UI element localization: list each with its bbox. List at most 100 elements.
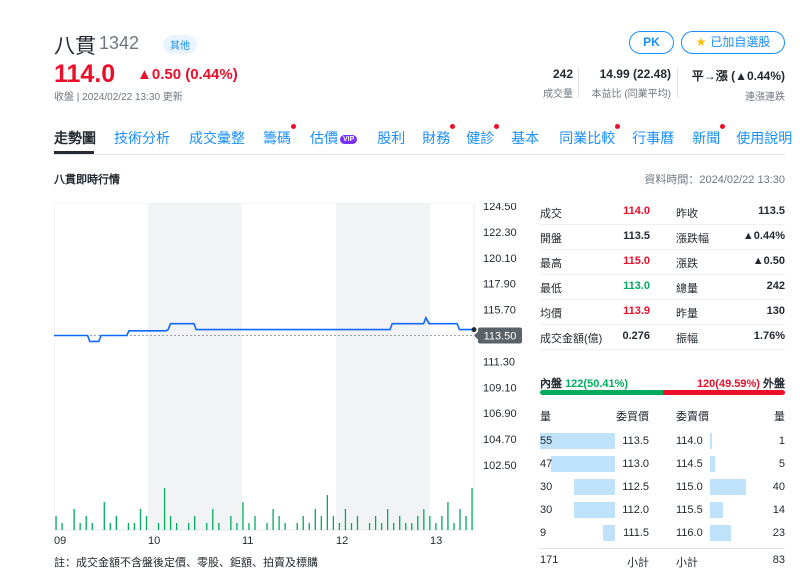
bid-price[interactable]: 112.5 (616, 481, 649, 503)
quote-value: 113.9 (623, 305, 650, 317)
volume-bar (169, 516, 172, 530)
current-price-tag-arrow (474, 331, 478, 340)
bid-depth-bar (603, 525, 615, 541)
pe-label: 本益比 (同業平均) (591, 89, 671, 100)
tab-7[interactable]: 健診 (466, 124, 500, 154)
volume-bar (447, 502, 449, 530)
quote-value: 113.5 (623, 230, 650, 242)
quote-label: 最低 (540, 283, 562, 295)
ask-vol-header: 量 (774, 411, 785, 423)
streak-label: 連漲連跌 (745, 92, 785, 103)
quote-label: 振幅 (676, 333, 698, 345)
volume-bar (374, 516, 377, 530)
quote-row: 開盤 113.5 漲跌幅 ▲0.44% (540, 228, 785, 250)
ask-volume: 23 (772, 527, 785, 539)
volume-bar (157, 523, 160, 530)
ask-price[interactable]: 115.5 (676, 504, 703, 526)
tab-label: 基本 (511, 130, 540, 146)
ask-price-header: 委賣價 (676, 411, 709, 423)
tab-label: 技術分析 (114, 130, 170, 146)
tab-label: 健診 (466, 130, 495, 146)
tab-11[interactable]: 新聞 (692, 124, 726, 154)
divider (540, 548, 785, 549)
volume-bar (471, 488, 473, 530)
ask-price[interactable]: 114.5 (676, 458, 703, 480)
ask-depth-bar (710, 433, 712, 449)
stock-name: 八貫 (54, 35, 96, 58)
tab-2[interactable]: 成交彙整 (189, 128, 245, 154)
watchlist-label: 已加自選股 (710, 35, 771, 49)
bid-price[interactable]: 113.0 (616, 458, 649, 480)
quote-label: 成交金額(億) (540, 333, 603, 345)
tab-5[interactable]: 股利 (377, 128, 405, 154)
ask-price[interactable]: 116.0 (676, 527, 703, 549)
tab-label: 同業比較 (559, 130, 616, 146)
volume-bar (115, 516, 117, 530)
quote-value: 113.5 (758, 205, 785, 217)
close-time: 收盤 | 2024/02/22 13:30 更新 (54, 92, 183, 103)
tab-label: 使用說明 (736, 130, 793, 146)
tab-4[interactable]: 估價 VIP (310, 128, 358, 154)
quote-row: 均價 113.9 昨量 130 (540, 303, 785, 325)
tab-9[interactable]: 同業比較 (559, 124, 621, 154)
tab-label: 行事曆 (632, 130, 675, 146)
tab-10[interactable]: 行事曆 (632, 128, 674, 154)
hour-band (148, 203, 242, 530)
current-price-label: 113.50 (484, 331, 517, 343)
notification-dot (291, 124, 296, 129)
intraday-chart[interactable]: 124.50 122.30 120.10 117.90 115.70 113.50 111.… (54, 203, 544, 548)
pe-stat: 14.99 (22.48) 本益比 (同業平均) (584, 67, 671, 100)
tab-8[interactable]: 基本 (511, 128, 539, 154)
volume-bar (429, 516, 431, 530)
volume-bar (145, 516, 148, 530)
bid-price[interactable]: 113.5 (616, 435, 649, 457)
bid-volume: 30 (540, 504, 553, 516)
tab-label: 成交彙整 (189, 130, 245, 146)
x-tick-label: 12 (336, 535, 348, 547)
pk-button[interactable]: PK (629, 31, 674, 54)
bid-price[interactable]: 112.0 (616, 504, 649, 526)
volume-bar (236, 523, 238, 530)
ask-total: 83 (772, 554, 785, 566)
volume-label: 成交量 (543, 89, 573, 100)
inner-value: 122(50.41%) (565, 378, 629, 390)
divider (578, 68, 579, 98)
quote-value: 1.76% (753, 330, 785, 342)
quote-value: 115.0 (623, 255, 650, 267)
tab-3[interactable]: 籌碼 (263, 124, 296, 154)
ask-price[interactable]: 115.0 (676, 481, 703, 503)
tab-12[interactable]: 使用說明 (736, 128, 792, 154)
category-badge[interactable]: 其他 (163, 35, 197, 54)
bid-depth-bar (574, 479, 615, 495)
quote-row: 最低 113.0 總量 242 (540, 278, 785, 300)
volume-bar (326, 495, 329, 530)
volume-bar (459, 509, 461, 530)
volume-bar (453, 523, 455, 530)
volume-bar (188, 523, 190, 530)
x-tick-label: 10 (148, 535, 160, 547)
volume-bar (411, 523, 413, 530)
volume-bar (175, 523, 178, 530)
tab-1[interactable]: 技術分析 (114, 128, 170, 154)
x-tick-label: 09 (54, 535, 66, 547)
bid-volume: 47 (540, 458, 553, 470)
bid-vol-header: 量 (540, 411, 551, 423)
quote-value: ▲0.50 (752, 255, 785, 267)
notification-dot (615, 124, 621, 129)
outer-ratio-bar (663, 390, 785, 395)
watchlist-button[interactable]: ★ 已加自選股 (681, 31, 785, 54)
tab-label: 新聞 (692, 130, 721, 146)
ask-price[interactable]: 114.0 (676, 435, 703, 457)
tab-6[interactable]: 財務 (422, 124, 456, 154)
volume-bar (320, 516, 322, 530)
streak-value: 平→漲 (▲0.44%) (691, 69, 785, 83)
volume-bar (55, 516, 57, 530)
volume-bar (405, 523, 407, 530)
bid-price[interactable]: 111.5 (616, 527, 649, 549)
quote-value: ▲0.44% (742, 230, 785, 242)
outer-volume: 120(49.59%) 外盤 (663, 375, 785, 391)
bid-depth-bar (574, 502, 615, 518)
volume-bar (103, 502, 105, 530)
volume-bar (338, 523, 341, 530)
y-tick-label: 124.50 (483, 203, 517, 213)
